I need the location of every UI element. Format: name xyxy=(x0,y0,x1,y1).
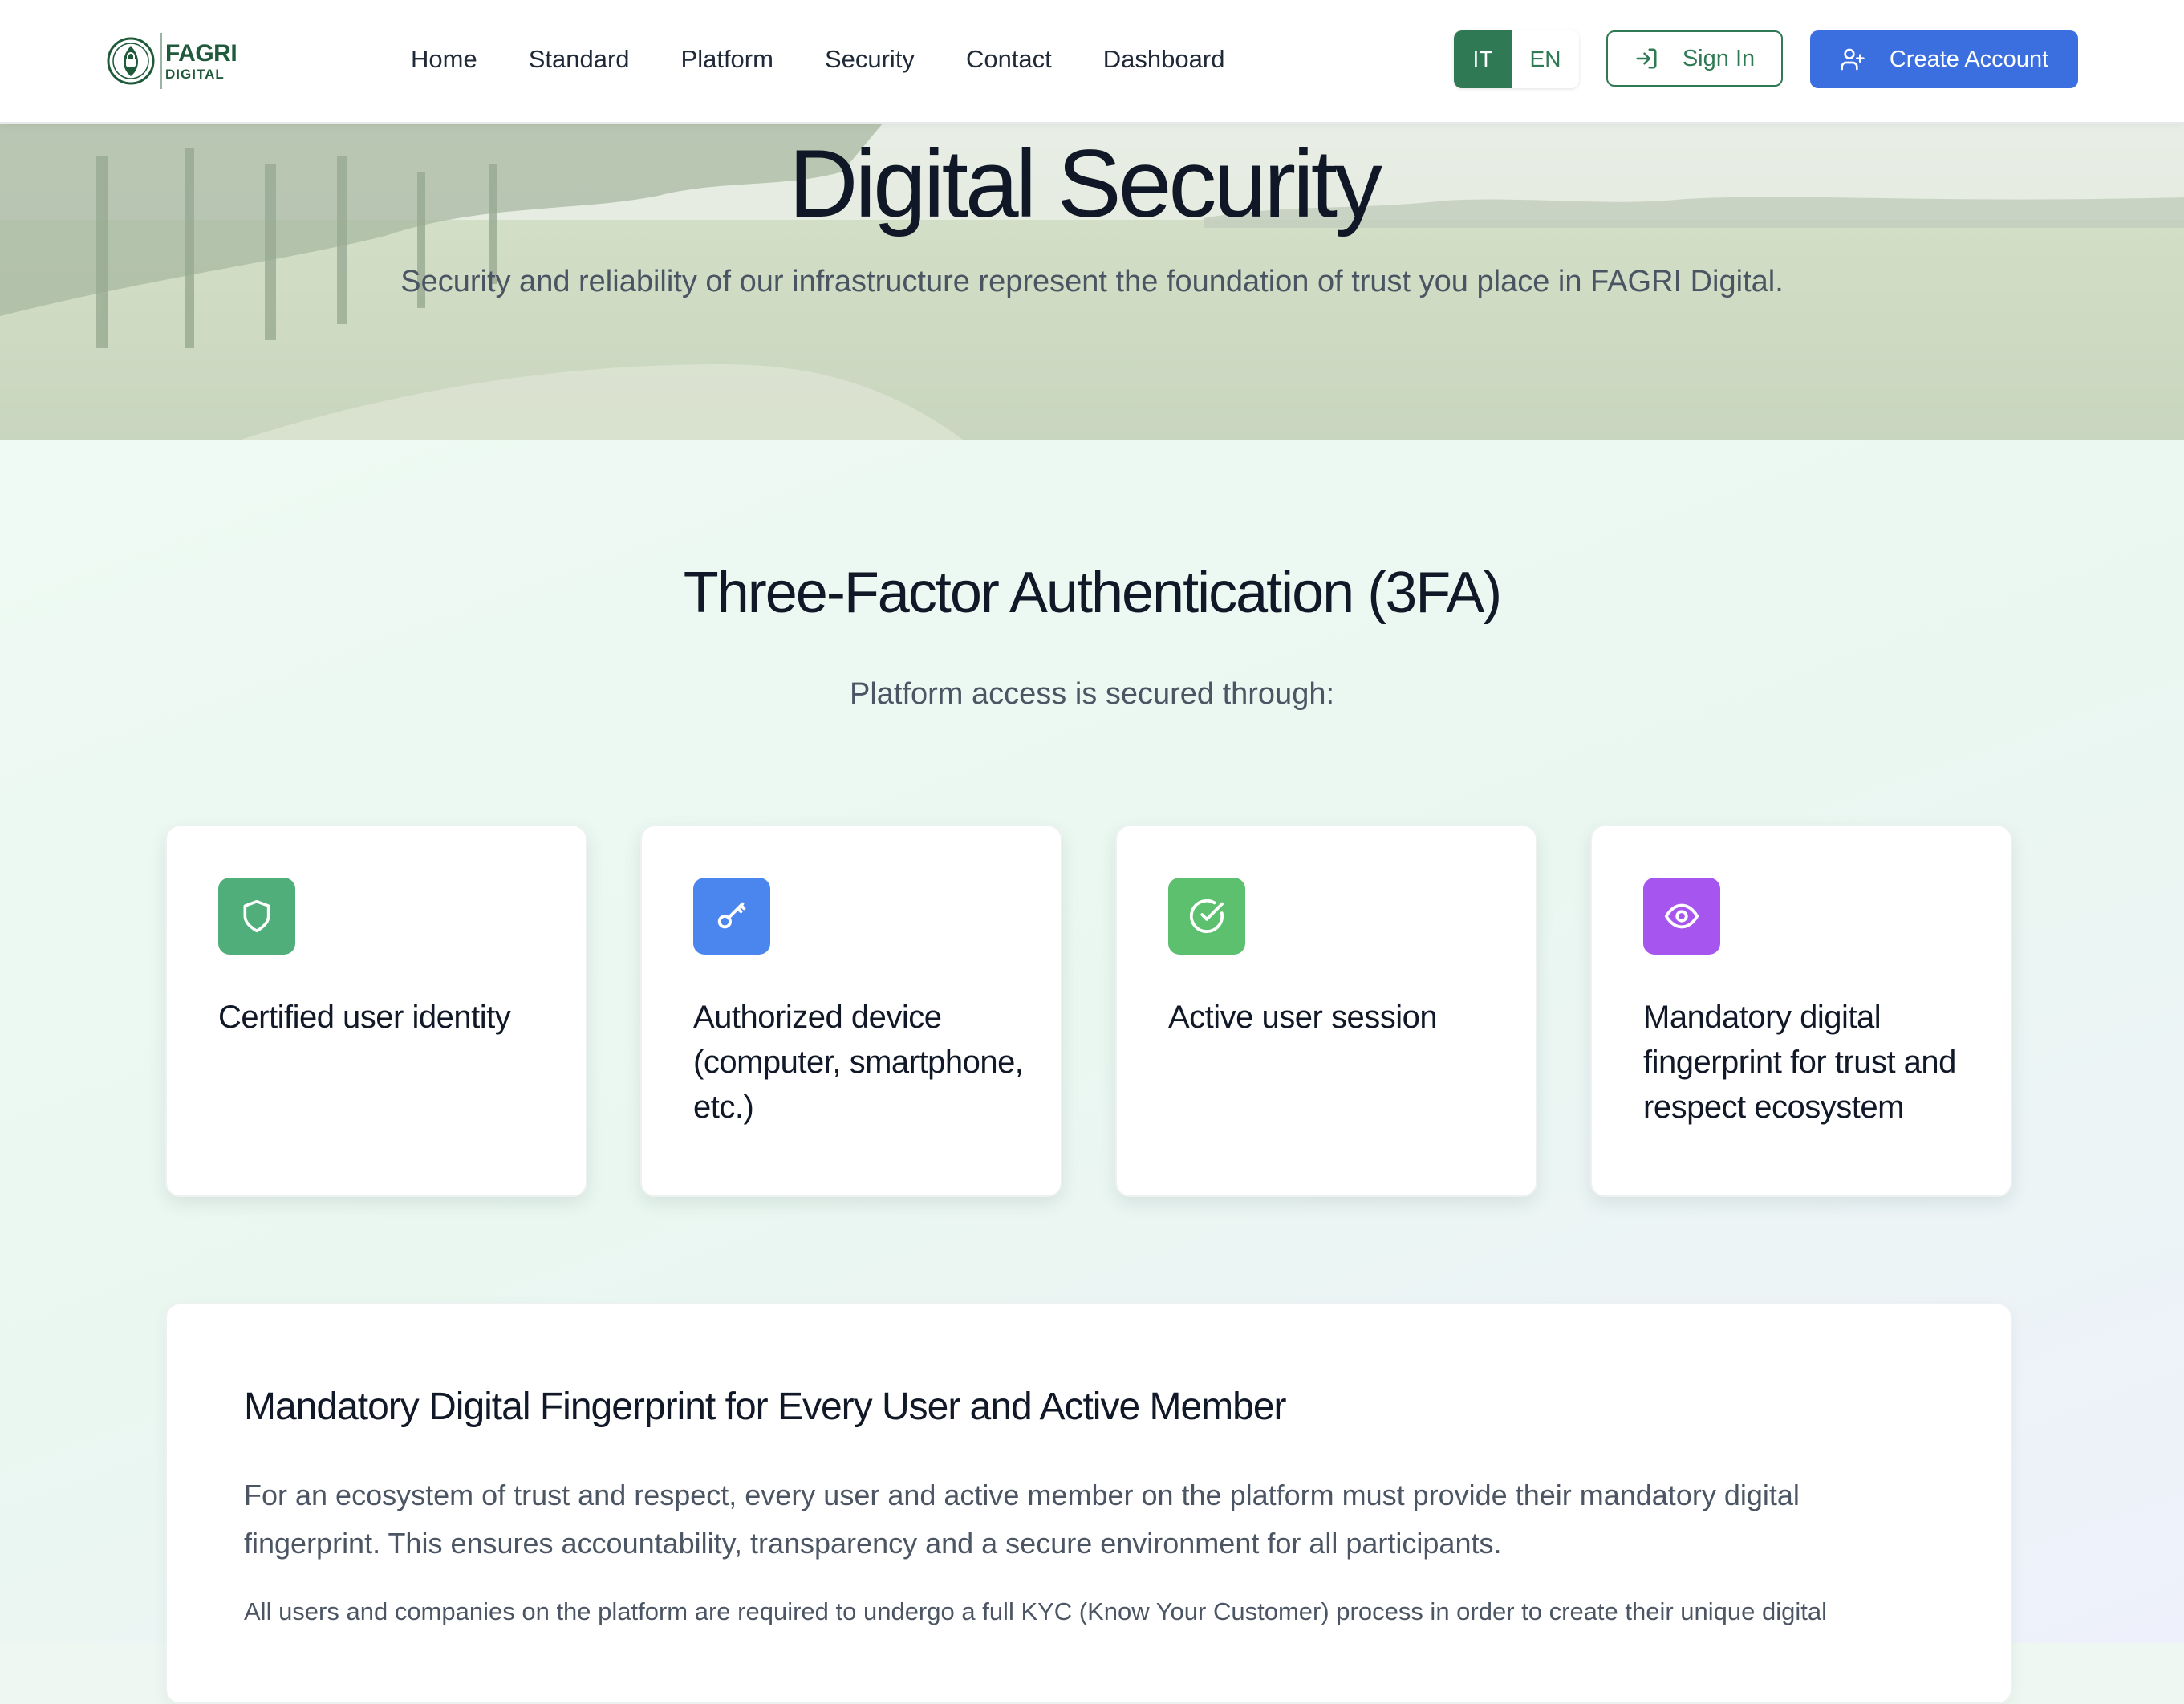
factor-label: Mandatory digital fingerprint for trust … xyxy=(1643,1000,1956,1125)
nav-item-security[interactable]: Security xyxy=(825,42,915,77)
factor-card-fingerprint: Mandatory digital fingerprint for trust … xyxy=(1590,825,2012,1197)
eye-icon xyxy=(1664,903,1699,929)
panel-paragraph: All users and companies on the platform … xyxy=(244,1597,1828,1625)
factor-card-session: Active user session xyxy=(1115,825,1537,1197)
logo-emblem-icon xyxy=(107,37,155,85)
factor-icon-box xyxy=(1168,878,1245,955)
nav-item-dashboard[interactable]: Dashboard xyxy=(1103,42,1225,77)
factor-icon-box xyxy=(1643,878,1720,955)
hero-banner: Digital Security Security and reliabilit… xyxy=(0,124,2184,440)
brand-subname: DIGITAL xyxy=(165,66,225,82)
security-section: Three-Factor Authentication (3FA) Platfo… xyxy=(0,440,2184,1704)
sign-in-button[interactable]: Sign In xyxy=(1606,30,1783,87)
factor-card-device: Authorized device (computer, smartphone,… xyxy=(640,825,1062,1197)
main-nav: Home Standard Platform Security Contact … xyxy=(411,42,1276,77)
sign-in-icon xyxy=(1636,48,1657,69)
factor-label: Certified user identity xyxy=(218,1000,511,1035)
page-title: Digital Security xyxy=(788,130,1382,237)
lang-option-it[interactable]: IT xyxy=(1454,30,1512,88)
brand-logo[interactable]: FAGRI DIGITAL xyxy=(106,32,237,90)
create-account-label: Create Account xyxy=(1889,46,2049,72)
factor-card-identity: Certified user identity xyxy=(165,825,587,1197)
fingerprint-info-panel: Mandatory Digital Fingerprint for Every … xyxy=(165,1303,2012,1704)
check-circle-icon xyxy=(1189,899,1224,933)
factor-icon-box xyxy=(693,878,770,955)
panel-paragraph: For an ecosystem of trust and respect, e… xyxy=(244,1479,1800,1560)
page-subtitle: Security and reliability of our infrastr… xyxy=(400,265,1784,298)
brand-name: FAGRI xyxy=(165,39,237,67)
factor-label: Authorized device (computer, smartphone,… xyxy=(693,1000,1024,1125)
language-switcher: IT EN xyxy=(1454,30,1579,88)
sign-in-label: Sign In xyxy=(1682,45,1756,71)
site-header: FAGRI DIGITAL Home Standard Platform Sec… xyxy=(0,0,2184,124)
factor-label: Active user session xyxy=(1168,1000,1438,1035)
nav-item-standard[interactable]: Standard xyxy=(529,42,630,77)
logo-divider xyxy=(160,33,162,89)
nav-item-home[interactable]: Home xyxy=(411,42,477,77)
shield-icon xyxy=(243,899,270,933)
create-account-button[interactable]: Create Account xyxy=(1810,30,2078,88)
key-icon xyxy=(717,902,746,929)
panel-title: Mandatory Digital Fingerprint for Every … xyxy=(244,1386,1287,1428)
lang-option-en[interactable]: EN xyxy=(1512,30,1579,88)
user-plus-icon xyxy=(1841,48,1865,71)
nav-item-platform[interactable]: Platform xyxy=(681,42,773,77)
section-subtitle: Platform access is secured through: xyxy=(849,677,1335,711)
factor-icon-box xyxy=(218,878,295,955)
nav-item-contact[interactable]: Contact xyxy=(966,42,1052,77)
section-title: Three-Factor Authentication (3FA) xyxy=(683,561,1503,625)
